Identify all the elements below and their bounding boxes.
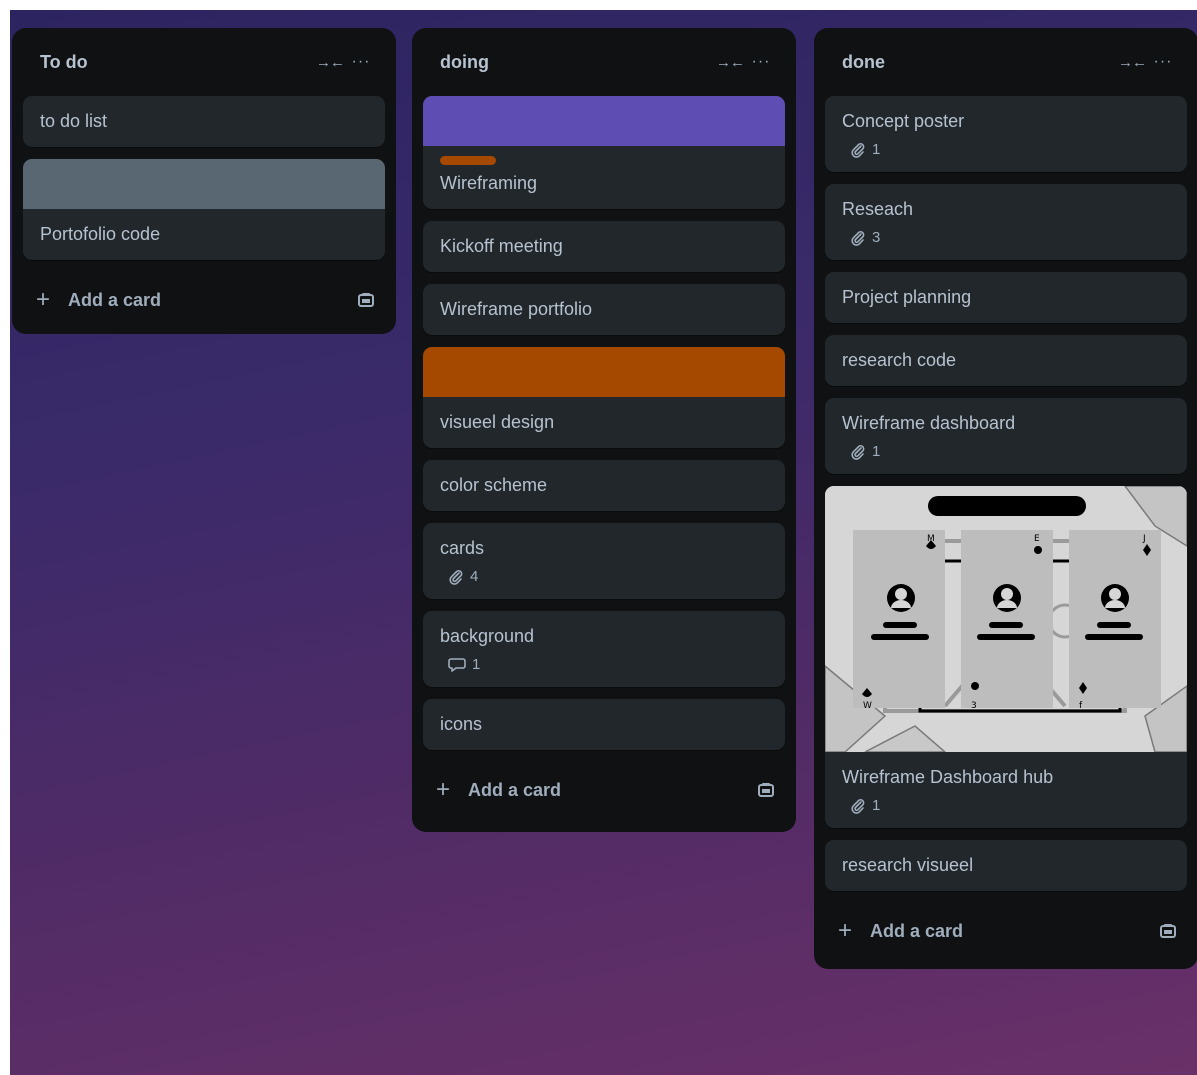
card-title: cards (440, 538, 485, 558)
card-cover (423, 347, 785, 397)
plus-icon: + (436, 776, 451, 803)
card[interactable]: research code (825, 335, 1187, 386)
card-title: Kickoff meeting (440, 236, 563, 256)
card-title: research visueel (842, 855, 974, 875)
card-title: Concept poster (842, 111, 965, 131)
card-title: Wireframing (440, 173, 538, 193)
plus-icon: + (838, 917, 853, 944)
card[interactable]: Wireframe dashboard 1 (825, 398, 1187, 474)
wireframe-cards-image: M W E 3 J f (825, 486, 1187, 752)
list-title[interactable]: doing (440, 52, 714, 73)
attachment-badge: 1 (842, 443, 1170, 460)
collapse-arrows-icon[interactable]: →← (314, 54, 346, 71)
card[interactable]: cards 4 (423, 523, 785, 599)
card-title: Project planning (842, 287, 972, 307)
add-card-button[interactable]: + Add a card (412, 762, 796, 818)
card-title: color scheme (440, 475, 548, 495)
plus-icon: + (36, 286, 51, 313)
add-card-label: Add a card (468, 779, 562, 800)
card-template-icon[interactable] (756, 780, 776, 800)
card-title: research code (842, 350, 957, 370)
ellipsis-icon[interactable]: ··· (346, 53, 376, 71)
playing-card: J f (1069, 530, 1161, 711)
card-title: Wireframe portfolio (440, 299, 593, 319)
attachment-count: 3 (872, 229, 881, 246)
card[interactable]: Project planning (825, 272, 1187, 323)
add-card-button[interactable]: + Add a card (12, 272, 396, 328)
card-cover-image: M W E 3 J f (825, 486, 1187, 752)
comment-count: 1 (472, 656, 481, 673)
card[interactable]: Wireframe portfolio (423, 284, 785, 335)
attachment-badge: 1 (842, 141, 1170, 158)
attachment-badge: 3 (842, 229, 1170, 246)
card-letter: 3 (971, 701, 977, 711)
attachment-count: 1 (872, 797, 881, 814)
card-cover (423, 96, 785, 146)
card-title: Wireframe Dashboard hub (842, 767, 1054, 787)
list-header: done →← ··· (814, 28, 1197, 96)
list-doing: doing →← ··· Wireframing Kickoff meeting… (412, 28, 796, 832)
paperclip-icon (851, 142, 865, 158)
card[interactable]: background 1 (423, 611, 785, 687)
attachment-badge: 4 (440, 568, 768, 585)
attachment-count: 1 (872, 443, 881, 460)
card-letter: M (927, 534, 935, 544)
card[interactable]: icons (423, 699, 785, 750)
paperclip-icon (851, 230, 865, 246)
add-card-label: Add a card (870, 920, 964, 941)
list-header: doing →← ··· (412, 28, 796, 96)
card[interactable]: Reseach 3 (825, 184, 1187, 260)
card-letter: E (1034, 534, 1040, 544)
paperclip-icon (851, 444, 865, 460)
list-header: To do →← ··· (12, 28, 396, 96)
card-template-icon[interactable] (356, 290, 376, 310)
collapse-arrows-icon[interactable]: →← (1116, 54, 1148, 71)
attachment-count: 4 (470, 568, 479, 585)
card-letter: J (1142, 534, 1146, 544)
paperclip-icon (449, 569, 463, 585)
card-title: Reseach (842, 199, 914, 219)
list-done: done →← ··· Concept poster 1 Reseach 3 P… (814, 28, 1197, 969)
card-cover (23, 159, 385, 209)
card[interactable]: Concept poster 1 (825, 96, 1187, 172)
ellipsis-icon[interactable]: ··· (746, 53, 776, 71)
attachment-count: 1 (872, 141, 881, 158)
list-to-do: To do →← ··· to do list Portofolio code … (12, 28, 396, 334)
playing-card: E 3 (961, 530, 1053, 711)
comment-icon (448, 657, 466, 672)
comment-badge: 1 (440, 656, 768, 673)
card-title: visueel design (440, 412, 555, 432)
add-card-button[interactable]: + Add a card (814, 903, 1197, 959)
collapse-arrows-icon[interactable]: →← (714, 54, 746, 71)
card[interactable]: Wireframing (423, 96, 785, 209)
ellipsis-icon[interactable]: ··· (1148, 53, 1178, 71)
card[interactable]: visueel design (423, 347, 785, 448)
card[interactable]: color scheme (423, 460, 785, 511)
card[interactable]: M W E 3 J f Wireframe Dashboard hub 1 (825, 486, 1187, 828)
card-title: background (440, 626, 535, 646)
list-title[interactable]: done (842, 52, 1116, 73)
card-title: Portofolio code (40, 224, 161, 244)
board-canvas: To do →← ··· to do list Portofolio code … (10, 10, 1197, 1075)
card-label[interactable] (440, 156, 496, 165)
attachment-badge: 1 (842, 797, 1170, 814)
list-title[interactable]: To do (40, 52, 314, 73)
card-title: Wireframe dashboard (842, 413, 1016, 433)
card-template-icon[interactable] (1158, 921, 1178, 941)
paperclip-icon (851, 798, 865, 814)
card-title: to do list (40, 111, 108, 131)
card[interactable]: Kickoff meeting (423, 221, 785, 272)
card[interactable]: to do list (23, 96, 385, 147)
card[interactable]: Portofolio code (23, 159, 385, 260)
card-title: icons (440, 714, 483, 734)
add-card-label: Add a card (68, 289, 162, 310)
card[interactable]: research visueel (825, 840, 1187, 891)
playing-card: M W (853, 530, 945, 711)
card-letter: W (863, 701, 872, 711)
